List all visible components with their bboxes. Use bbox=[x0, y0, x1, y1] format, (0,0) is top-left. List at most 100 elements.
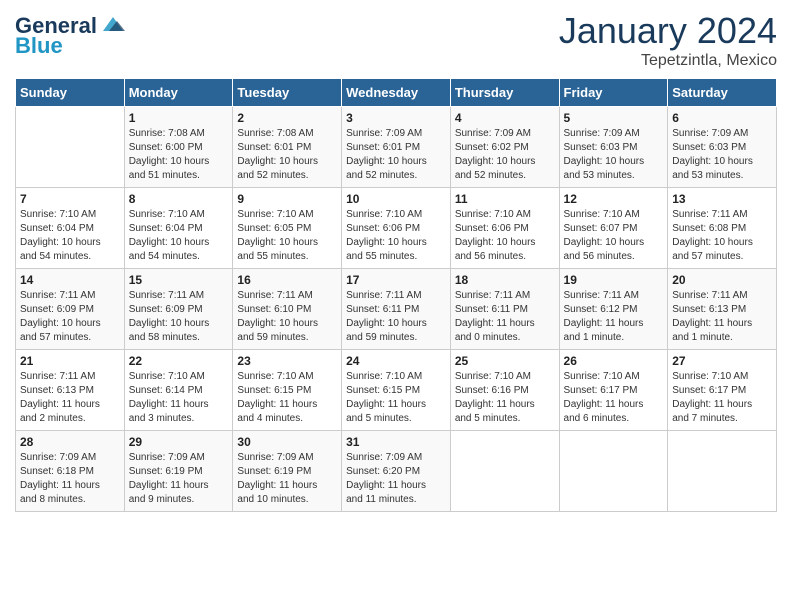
day-info: Sunrise: 7:09 AM Sunset: 6:01 PM Dayligh… bbox=[346, 127, 446, 183]
day-number: 14 bbox=[20, 273, 120, 287]
day-cell: 4 Sunrise: 7:09 AM Sunset: 6:02 PM Daylig… bbox=[450, 107, 559, 188]
day-number: 15 bbox=[129, 273, 229, 287]
col-header-saturday: Saturday bbox=[668, 79, 777, 107]
day-number: 8 bbox=[129, 192, 229, 206]
day-cell: 9Sunrise: 7:10 AM Sunset: 6:05 PM Daylig… bbox=[233, 188, 342, 269]
col-header-thursday: Thursday bbox=[450, 79, 559, 107]
day-number: 9 bbox=[237, 192, 337, 206]
day-cell: 18Sunrise: 7:11 AM Sunset: 6:11 PM Dayli… bbox=[450, 269, 559, 350]
day-cell: 12 Sunrise: 7:10 AM Sunset: 6:07 PM Dayli… bbox=[559, 188, 668, 269]
day-number: 2 bbox=[237, 111, 337, 125]
day-info: Sunrise: 7:09 AM Sunset: 6:03 PM Dayligh… bbox=[672, 127, 772, 183]
day-cell: 26 Sunrise: 7:10 AM Sunset: 6:17 PM Dayli… bbox=[559, 350, 668, 431]
day-number: 5 bbox=[564, 111, 664, 125]
day-info: Sunrise: 7:10 AM Sunset: 6:04 PM Dayligh… bbox=[129, 208, 229, 264]
day-info: Sunrise: 7:11 AM Sunset: 6:08 PM Dayligh… bbox=[672, 208, 772, 264]
calendar-header-row: SundayMondayTuesdayWednesdayThursdayFrid… bbox=[16, 79, 777, 107]
day-cell bbox=[16, 107, 125, 188]
day-number: 1 bbox=[129, 111, 229, 125]
calendar-table: SundayMondayTuesdayWednesdayThursdayFrid… bbox=[15, 78, 777, 512]
day-number: 21 bbox=[20, 354, 120, 368]
day-cell: 30Sunrise: 7:09 AM Sunset: 6:19 PM Dayli… bbox=[233, 431, 342, 512]
day-cell: 13 Sunrise: 7:11 AM Sunset: 6:08 PM Dayli… bbox=[668, 188, 777, 269]
day-number: 11 bbox=[455, 192, 555, 206]
day-info: Sunrise: 7:11 AM Sunset: 6:13 PM Dayligh… bbox=[672, 289, 772, 345]
day-number: 25 bbox=[455, 354, 555, 368]
day-info: Sunrise: 7:10 AM Sunset: 6:06 PM Dayligh… bbox=[346, 208, 446, 264]
day-info: Sunrise: 7:09 AM Sunset: 6:20 PM Dayligh… bbox=[346, 451, 446, 507]
day-number: 26 bbox=[564, 354, 664, 368]
day-info: Sunrise: 7:08 AM Sunset: 6:00 PM Dayligh… bbox=[129, 127, 229, 183]
week-row-5: 28 Sunrise: 7:09 AM Sunset: 6:18 PM Dayli… bbox=[16, 431, 777, 512]
day-cell: 15 Sunrise: 7:11 AM Sunset: 6:09 PM Dayli… bbox=[124, 269, 233, 350]
day-info: Sunrise: 7:09 AM Sunset: 6:02 PM Dayligh… bbox=[455, 127, 555, 183]
day-info: Sunrise: 7:09 AM Sunset: 6:18 PM Dayligh… bbox=[20, 451, 120, 507]
day-cell: 20Sunrise: 7:11 AM Sunset: 6:13 PM Dayli… bbox=[668, 269, 777, 350]
day-number: 7 bbox=[20, 192, 120, 206]
day-info: Sunrise: 7:09 AM Sunset: 6:03 PM Dayligh… bbox=[564, 127, 664, 183]
day-cell: 16 Sunrise: 7:11 AM Sunset: 6:10 PM Dayli… bbox=[233, 269, 342, 350]
day-info: Sunrise: 7:11 AM Sunset: 6:09 PM Dayligh… bbox=[129, 289, 229, 345]
day-number: 6 bbox=[672, 111, 772, 125]
day-info: Sunrise: 7:10 AM Sunset: 6:04 PM Dayligh… bbox=[20, 208, 120, 264]
title-area: January 2024 Tepetzintla, Mexico bbox=[559, 10, 777, 70]
month-title: January 2024 bbox=[559, 10, 777, 52]
day-info: Sunrise: 7:11 AM Sunset: 6:09 PM Dayligh… bbox=[20, 289, 120, 345]
day-cell: 6 Sunrise: 7:09 AM Sunset: 6:03 PM Daylig… bbox=[668, 107, 777, 188]
col-header-sunday: Sunday bbox=[16, 79, 125, 107]
day-info: Sunrise: 7:10 AM Sunset: 6:16 PM Dayligh… bbox=[455, 370, 555, 426]
day-number: 10 bbox=[346, 192, 446, 206]
day-info: Sunrise: 7:11 AM Sunset: 6:11 PM Dayligh… bbox=[346, 289, 446, 345]
day-info: Sunrise: 7:10 AM Sunset: 6:15 PM Dayligh… bbox=[237, 370, 337, 426]
day-cell bbox=[668, 431, 777, 512]
week-row-4: 21 Sunrise: 7:11 AM Sunset: 6:13 PM Dayli… bbox=[16, 350, 777, 431]
day-info: Sunrise: 7:11 AM Sunset: 6:12 PM Dayligh… bbox=[564, 289, 664, 345]
day-number: 12 bbox=[564, 192, 664, 206]
day-number: 30 bbox=[237, 435, 337, 449]
day-cell: 1 Sunrise: 7:08 AM Sunset: 6:00 PM Daylig… bbox=[124, 107, 233, 188]
day-info: Sunrise: 7:11 AM Sunset: 6:10 PM Dayligh… bbox=[237, 289, 337, 345]
day-number: 4 bbox=[455, 111, 555, 125]
day-cell: 8 Sunrise: 7:10 AM Sunset: 6:04 PM Daylig… bbox=[124, 188, 233, 269]
day-number: 3 bbox=[346, 111, 446, 125]
day-number: 17 bbox=[346, 273, 446, 287]
day-cell: 27 Sunrise: 7:10 AM Sunset: 6:17 PM Dayli… bbox=[668, 350, 777, 431]
location-title: Tepetzintla, Mexico bbox=[559, 52, 777, 70]
day-number: 13 bbox=[672, 192, 772, 206]
logo-icon bbox=[99, 13, 127, 35]
day-info: Sunrise: 7:10 AM Sunset: 6:06 PM Dayligh… bbox=[455, 208, 555, 264]
day-info: Sunrise: 7:11 AM Sunset: 6:13 PM Dayligh… bbox=[20, 370, 120, 426]
day-cell: 19 Sunrise: 7:11 AM Sunset: 6:12 PM Dayli… bbox=[559, 269, 668, 350]
day-number: 19 bbox=[564, 273, 664, 287]
week-row-1: 1 Sunrise: 7:08 AM Sunset: 6:00 PM Daylig… bbox=[16, 107, 777, 188]
day-info: Sunrise: 7:10 AM Sunset: 6:17 PM Dayligh… bbox=[564, 370, 664, 426]
week-row-2: 7 Sunrise: 7:10 AM Sunset: 6:04 PM Daylig… bbox=[16, 188, 777, 269]
logo: General Blue bbox=[15, 15, 127, 57]
day-cell: 28 Sunrise: 7:09 AM Sunset: 6:18 PM Dayli… bbox=[16, 431, 125, 512]
day-info: Sunrise: 7:10 AM Sunset: 6:17 PM Dayligh… bbox=[672, 370, 772, 426]
day-cell: 24Sunrise: 7:10 AM Sunset: 6:15 PM Dayli… bbox=[342, 350, 451, 431]
day-cell: 25 Sunrise: 7:10 AM Sunset: 6:16 PM Dayli… bbox=[450, 350, 559, 431]
day-number: 29 bbox=[129, 435, 229, 449]
day-info: Sunrise: 7:10 AM Sunset: 6:14 PM Dayligh… bbox=[129, 370, 229, 426]
day-number: 31 bbox=[346, 435, 446, 449]
day-info: Sunrise: 7:10 AM Sunset: 6:07 PM Dayligh… bbox=[564, 208, 664, 264]
day-number: 27 bbox=[672, 354, 772, 368]
day-cell: 17 Sunrise: 7:11 AM Sunset: 6:11 PM Dayli… bbox=[342, 269, 451, 350]
day-cell: 3 Sunrise: 7:09 AM Sunset: 6:01 PM Daylig… bbox=[342, 107, 451, 188]
day-cell: 14 Sunrise: 7:11 AM Sunset: 6:09 PM Dayli… bbox=[16, 269, 125, 350]
day-number: 16 bbox=[237, 273, 337, 287]
day-cell: 2Sunrise: 7:08 AM Sunset: 6:01 PM Daylig… bbox=[233, 107, 342, 188]
day-info: Sunrise: 7:10 AM Sunset: 6:15 PM Dayligh… bbox=[346, 370, 446, 426]
day-number: 22 bbox=[129, 354, 229, 368]
header: General Blue January 2024 Tepetzintla, M… bbox=[15, 10, 777, 70]
col-header-tuesday: Tuesday bbox=[233, 79, 342, 107]
logo-blue: Blue bbox=[15, 35, 63, 57]
day-number: 23 bbox=[237, 354, 337, 368]
day-cell: 29Sunrise: 7:09 AM Sunset: 6:19 PM Dayli… bbox=[124, 431, 233, 512]
day-cell: 5 Sunrise: 7:09 AM Sunset: 6:03 PM Daylig… bbox=[559, 107, 668, 188]
day-number: 28 bbox=[20, 435, 120, 449]
week-row-3: 14 Sunrise: 7:11 AM Sunset: 6:09 PM Dayli… bbox=[16, 269, 777, 350]
day-cell: 21 Sunrise: 7:11 AM Sunset: 6:13 PM Dayli… bbox=[16, 350, 125, 431]
col-header-friday: Friday bbox=[559, 79, 668, 107]
